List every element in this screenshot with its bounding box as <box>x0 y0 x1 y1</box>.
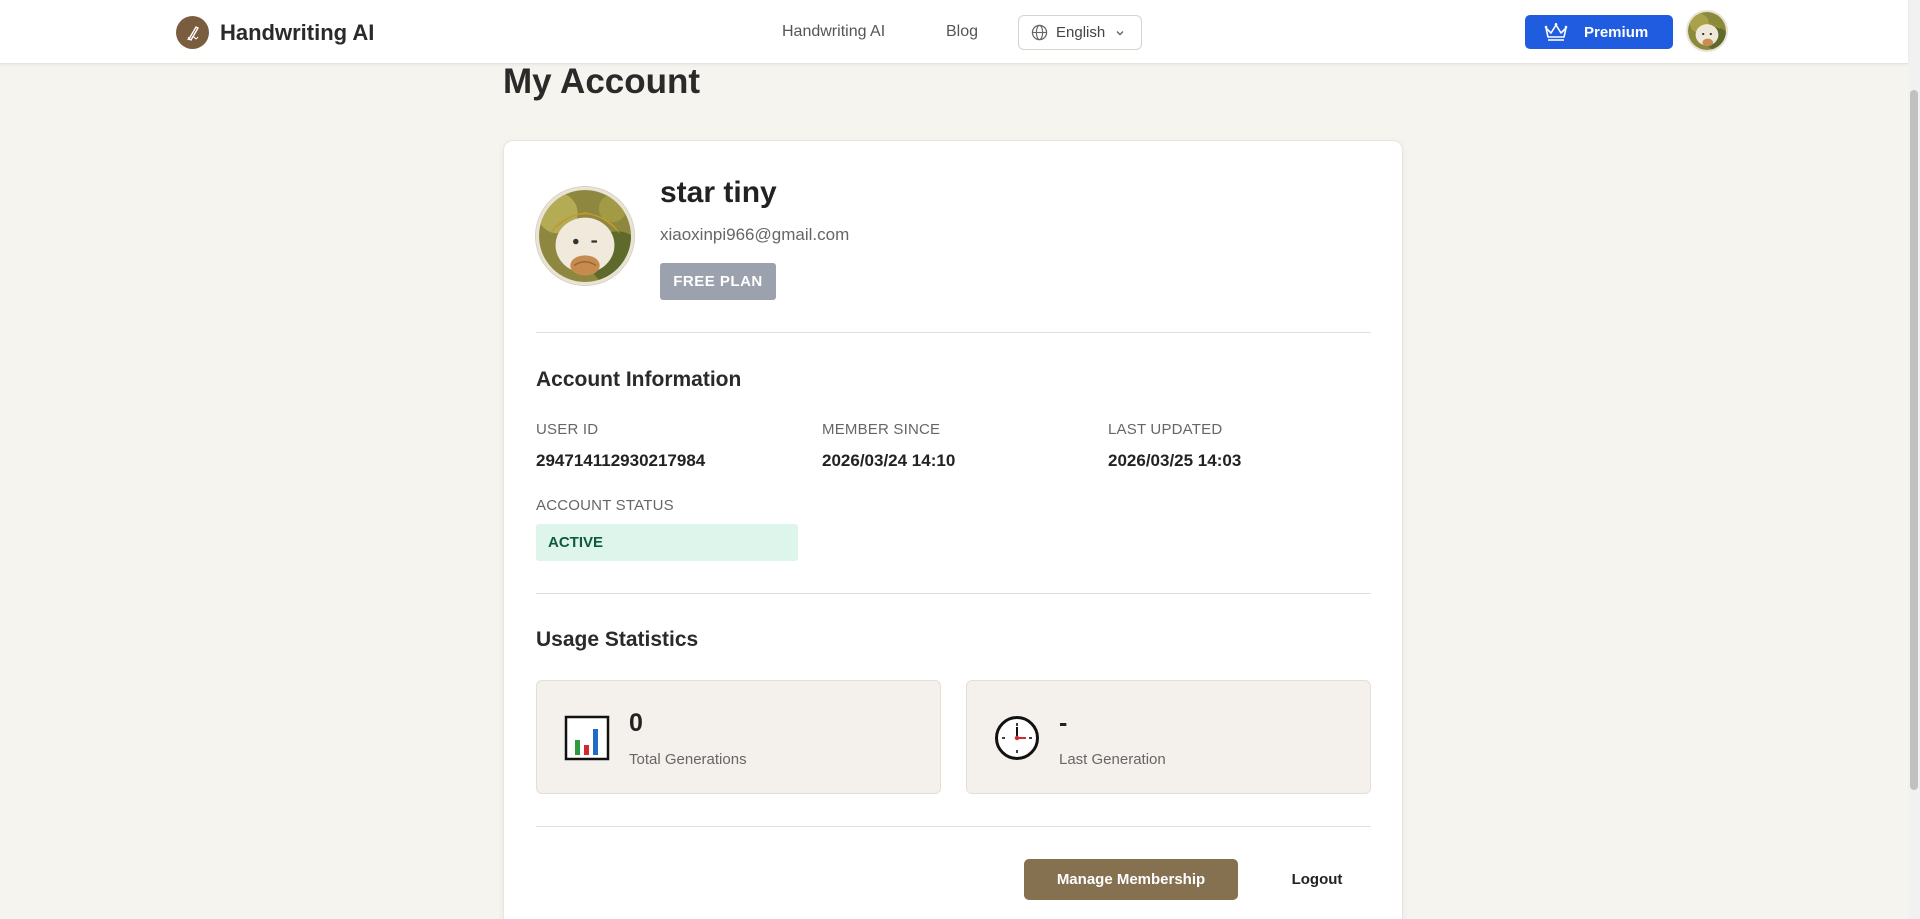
logout-button[interactable]: Logout <box>1262 859 1372 900</box>
scrollbar-thumb[interactable] <box>1910 90 1918 790</box>
profile-email: xiaoxinpi966@gmail.com <box>660 225 850 244</box>
last-generation-card: - Last Generation <box>966 680 1371 794</box>
language-label: English <box>1056 24 1106 41</box>
total-generations-label: Total Generations <box>629 751 747 768</box>
member-since-value: 2026/03/24 14:10 <box>822 451 956 470</box>
user-id-label: USER ID <box>536 421 599 438</box>
last-updated-label: LAST UPDATED <box>1108 421 1223 438</box>
total-generations-value: 0 <box>629 709 643 737</box>
pen-icon <box>176 16 209 49</box>
premium-label: Premium <box>1584 23 1649 41</box>
brand-link[interactable]: Handwriting AI <box>176 16 374 49</box>
scrollbar-track[interactable] <box>1908 0 1920 919</box>
user-id-value: 294714112930217984 <box>536 451 706 470</box>
account-card: star tiny xiaoxinpi966@gmail.com FREE PL… <box>503 140 1403 919</box>
page-title: My Account <box>503 62 701 101</box>
total-generations-card: 0 Total Generations <box>536 680 941 794</box>
language-select[interactable]: English <box>1018 15 1142 50</box>
account-information-heading: Account Information <box>536 368 742 391</box>
last-generation-label: Last Generation <box>1059 751 1166 768</box>
account-status-label: ACCOUNT STATUS <box>536 497 674 514</box>
member-since-label: MEMBER SINCE <box>822 421 941 438</box>
last-generation-value: - <box>1059 709 1068 737</box>
divider <box>536 826 1371 827</box>
plan-badge: FREE PLAN <box>660 263 776 300</box>
bar-chart-icon <box>564 715 610 761</box>
profile-avatar <box>536 187 634 285</box>
top-navbar: Handwriting AI Handwriting AI Blog Engli… <box>0 0 1908 64</box>
crown-icon <box>1544 23 1568 41</box>
divider <box>536 593 1371 594</box>
status-badge: ACTIVE <box>536 524 798 561</box>
manage-membership-button[interactable]: Manage Membership <box>1024 859 1238 900</box>
premium-button[interactable]: Premium <box>1525 15 1673 49</box>
divider <box>536 332 1371 333</box>
brand-name: Handwriting AI <box>220 19 375 45</box>
profile-name: star tiny <box>660 176 777 209</box>
clock-icon <box>995 716 1039 760</box>
usage-statistics-heading: Usage Statistics <box>536 628 699 651</box>
user-avatar[interactable] <box>1686 10 1728 52</box>
chevron-down-icon <box>1116 30 1124 35</box>
globe-icon <box>1031 24 1048 41</box>
nav-handwriting-ai[interactable]: Handwriting AI <box>782 23 885 41</box>
last-updated-value: 2026/03/25 14:03 <box>1108 451 1242 470</box>
nav-blog[interactable]: Blog <box>946 23 978 41</box>
